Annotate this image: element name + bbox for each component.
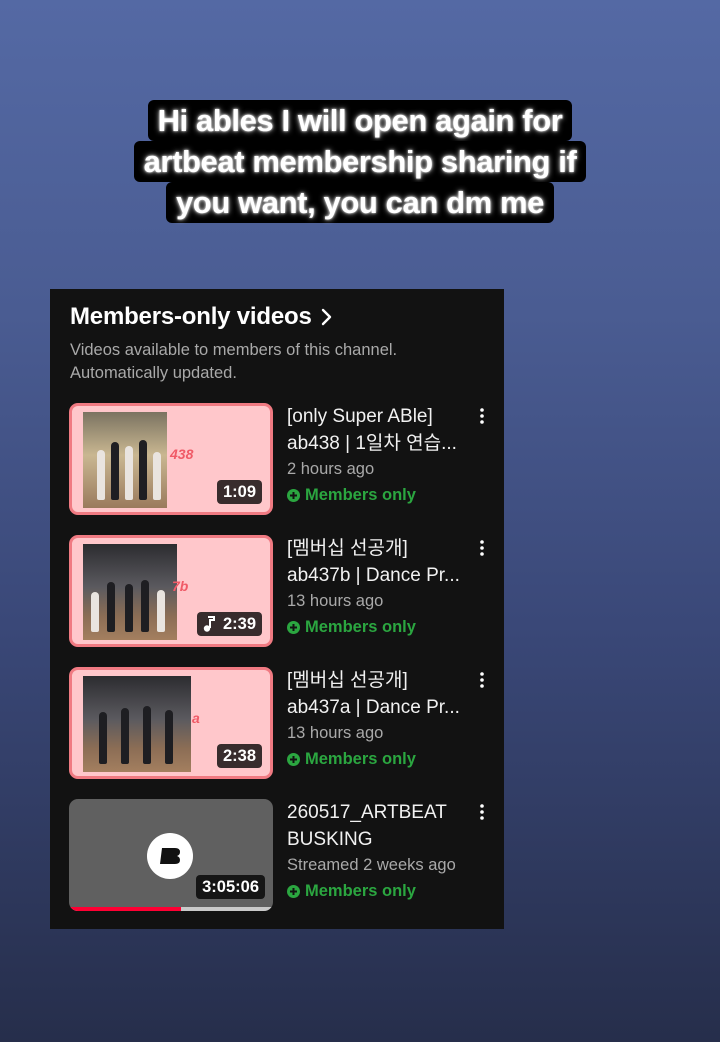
members-only-badge: Members only bbox=[287, 618, 473, 637]
channel-logo-icon bbox=[147, 833, 193, 879]
video-meta: Streamed 2 weeks ago bbox=[287, 856, 456, 874]
members-only-badge: Members only bbox=[287, 882, 473, 901]
duration-badge: 2:39 bbox=[196, 612, 262, 636]
section-title: Members-only videos bbox=[70, 303, 312, 330]
video-title-line: [멤버십 선공개] bbox=[287, 670, 408, 691]
members-plus-icon bbox=[287, 621, 300, 634]
video-item[interactable]: 7b 2:39 [멤버십 선공개] ab437b | Dance Pr... 1… bbox=[69, 535, 489, 647]
video-info[interactable]: [멤버십 선공개] ab437a | Dance Pr... 13 hours … bbox=[287, 667, 473, 769]
members-only-label: Members only bbox=[305, 750, 416, 768]
kebab-menu-icon[interactable] bbox=[475, 803, 489, 821]
members-only-label: Members only bbox=[305, 486, 416, 504]
thumbnail-tag: 7b bbox=[172, 578, 189, 594]
thumbnail-tag: a bbox=[192, 710, 200, 726]
video-meta: 13 hours ago bbox=[287, 592, 384, 610]
section-description: Videos available to members of this chan… bbox=[70, 339, 397, 385]
video-thumbnail[interactable]: 3:05:06 bbox=[69, 799, 273, 911]
video-title-line: 260517_ARTBEAT bbox=[287, 802, 447, 823]
members-plus-icon bbox=[287, 489, 300, 502]
chevron-right-icon bbox=[321, 308, 331, 326]
members-only-badge: Members only bbox=[287, 486, 473, 505]
video-item[interactable]: 438 1:09 [only Super ABle] ab438 | 1일차 연… bbox=[69, 403, 489, 515]
music-note-icon bbox=[203, 616, 215, 632]
video-title-line: ab438 | 1일차 연습... bbox=[287, 433, 457, 454]
thumbnail-tag: 438 bbox=[170, 446, 194, 462]
caption-line-2: artbeat membership sharing if bbox=[133, 141, 587, 182]
caption-line-1: Hi ables I will open again for bbox=[147, 100, 573, 141]
duration-badge: 3:05:06 bbox=[196, 875, 265, 899]
kebab-menu-icon[interactable] bbox=[475, 671, 489, 689]
members-only-label: Members only bbox=[305, 882, 416, 900]
caption-line-3: you want, you can dm me bbox=[165, 182, 555, 223]
thumbnail-photo bbox=[83, 544, 177, 640]
video-thumbnail[interactable]: 438 1:09 bbox=[69, 403, 273, 515]
video-thumbnail[interactable]: a 2:38 bbox=[69, 667, 273, 779]
video-title-line: ab437a | Dance Pr... bbox=[287, 697, 460, 718]
thumbnail-photo bbox=[83, 412, 167, 508]
members-only-label: Members only bbox=[305, 618, 416, 636]
members-plus-icon bbox=[287, 885, 300, 898]
video-info[interactable]: 260517_ARTBEAT BUSKING Streamed 2 weeks … bbox=[287, 799, 473, 901]
duration-text: 2:39 bbox=[222, 615, 256, 633]
duration-badge: 2:38 bbox=[216, 744, 262, 768]
kebab-menu-icon[interactable] bbox=[475, 539, 489, 557]
members-plus-icon bbox=[287, 753, 300, 766]
kebab-menu-icon[interactable] bbox=[475, 407, 489, 425]
video-thumbnail[interactable]: 7b 2:39 bbox=[69, 535, 273, 647]
video-item[interactable]: a 2:38 [멤버십 선공개] ab437a | Dance Pr... 13… bbox=[69, 667, 489, 779]
section-description-line: Videos available to members of this chan… bbox=[70, 341, 398, 359]
video-info[interactable]: [only Super ABle] ab438 | 1일차 연습... 2 ho… bbox=[287, 403, 473, 505]
watch-progress-fill bbox=[69, 907, 182, 911]
duration-text: 3:05:06 bbox=[202, 878, 259, 896]
story-caption: Hi ables I will open again for artbeat m… bbox=[0, 100, 720, 223]
duration-text: 2:38 bbox=[222, 747, 256, 765]
watch-progress-bar bbox=[69, 907, 273, 911]
video-title-line: [only Super ABle] bbox=[287, 406, 433, 427]
video-title-line: ab437b | Dance Pr... bbox=[287, 565, 460, 586]
members-only-badge: Members only bbox=[287, 750, 473, 769]
video-item[interactable]: 3:05:06 260517_ARTBEAT BUSKING Streamed … bbox=[69, 799, 489, 911]
video-info[interactable]: [멤버십 선공개] ab437b | Dance Pr... 13 hours … bbox=[287, 535, 473, 637]
video-meta: 13 hours ago bbox=[287, 724, 384, 742]
video-title-line: [멤버십 선공개] bbox=[287, 538, 408, 559]
members-only-card: Members-only videos Videos available to … bbox=[50, 289, 504, 929]
video-title-line: BUSKING bbox=[287, 829, 373, 850]
section-description-line: Automatically updated. bbox=[70, 364, 237, 382]
thumbnail-photo bbox=[83, 676, 191, 772]
section-header[interactable]: Members-only videos Videos available to … bbox=[70, 303, 397, 385]
duration-badge: 1:09 bbox=[216, 480, 262, 504]
duration-text: 1:09 bbox=[222, 483, 256, 501]
video-meta: 2 hours ago bbox=[287, 460, 375, 478]
